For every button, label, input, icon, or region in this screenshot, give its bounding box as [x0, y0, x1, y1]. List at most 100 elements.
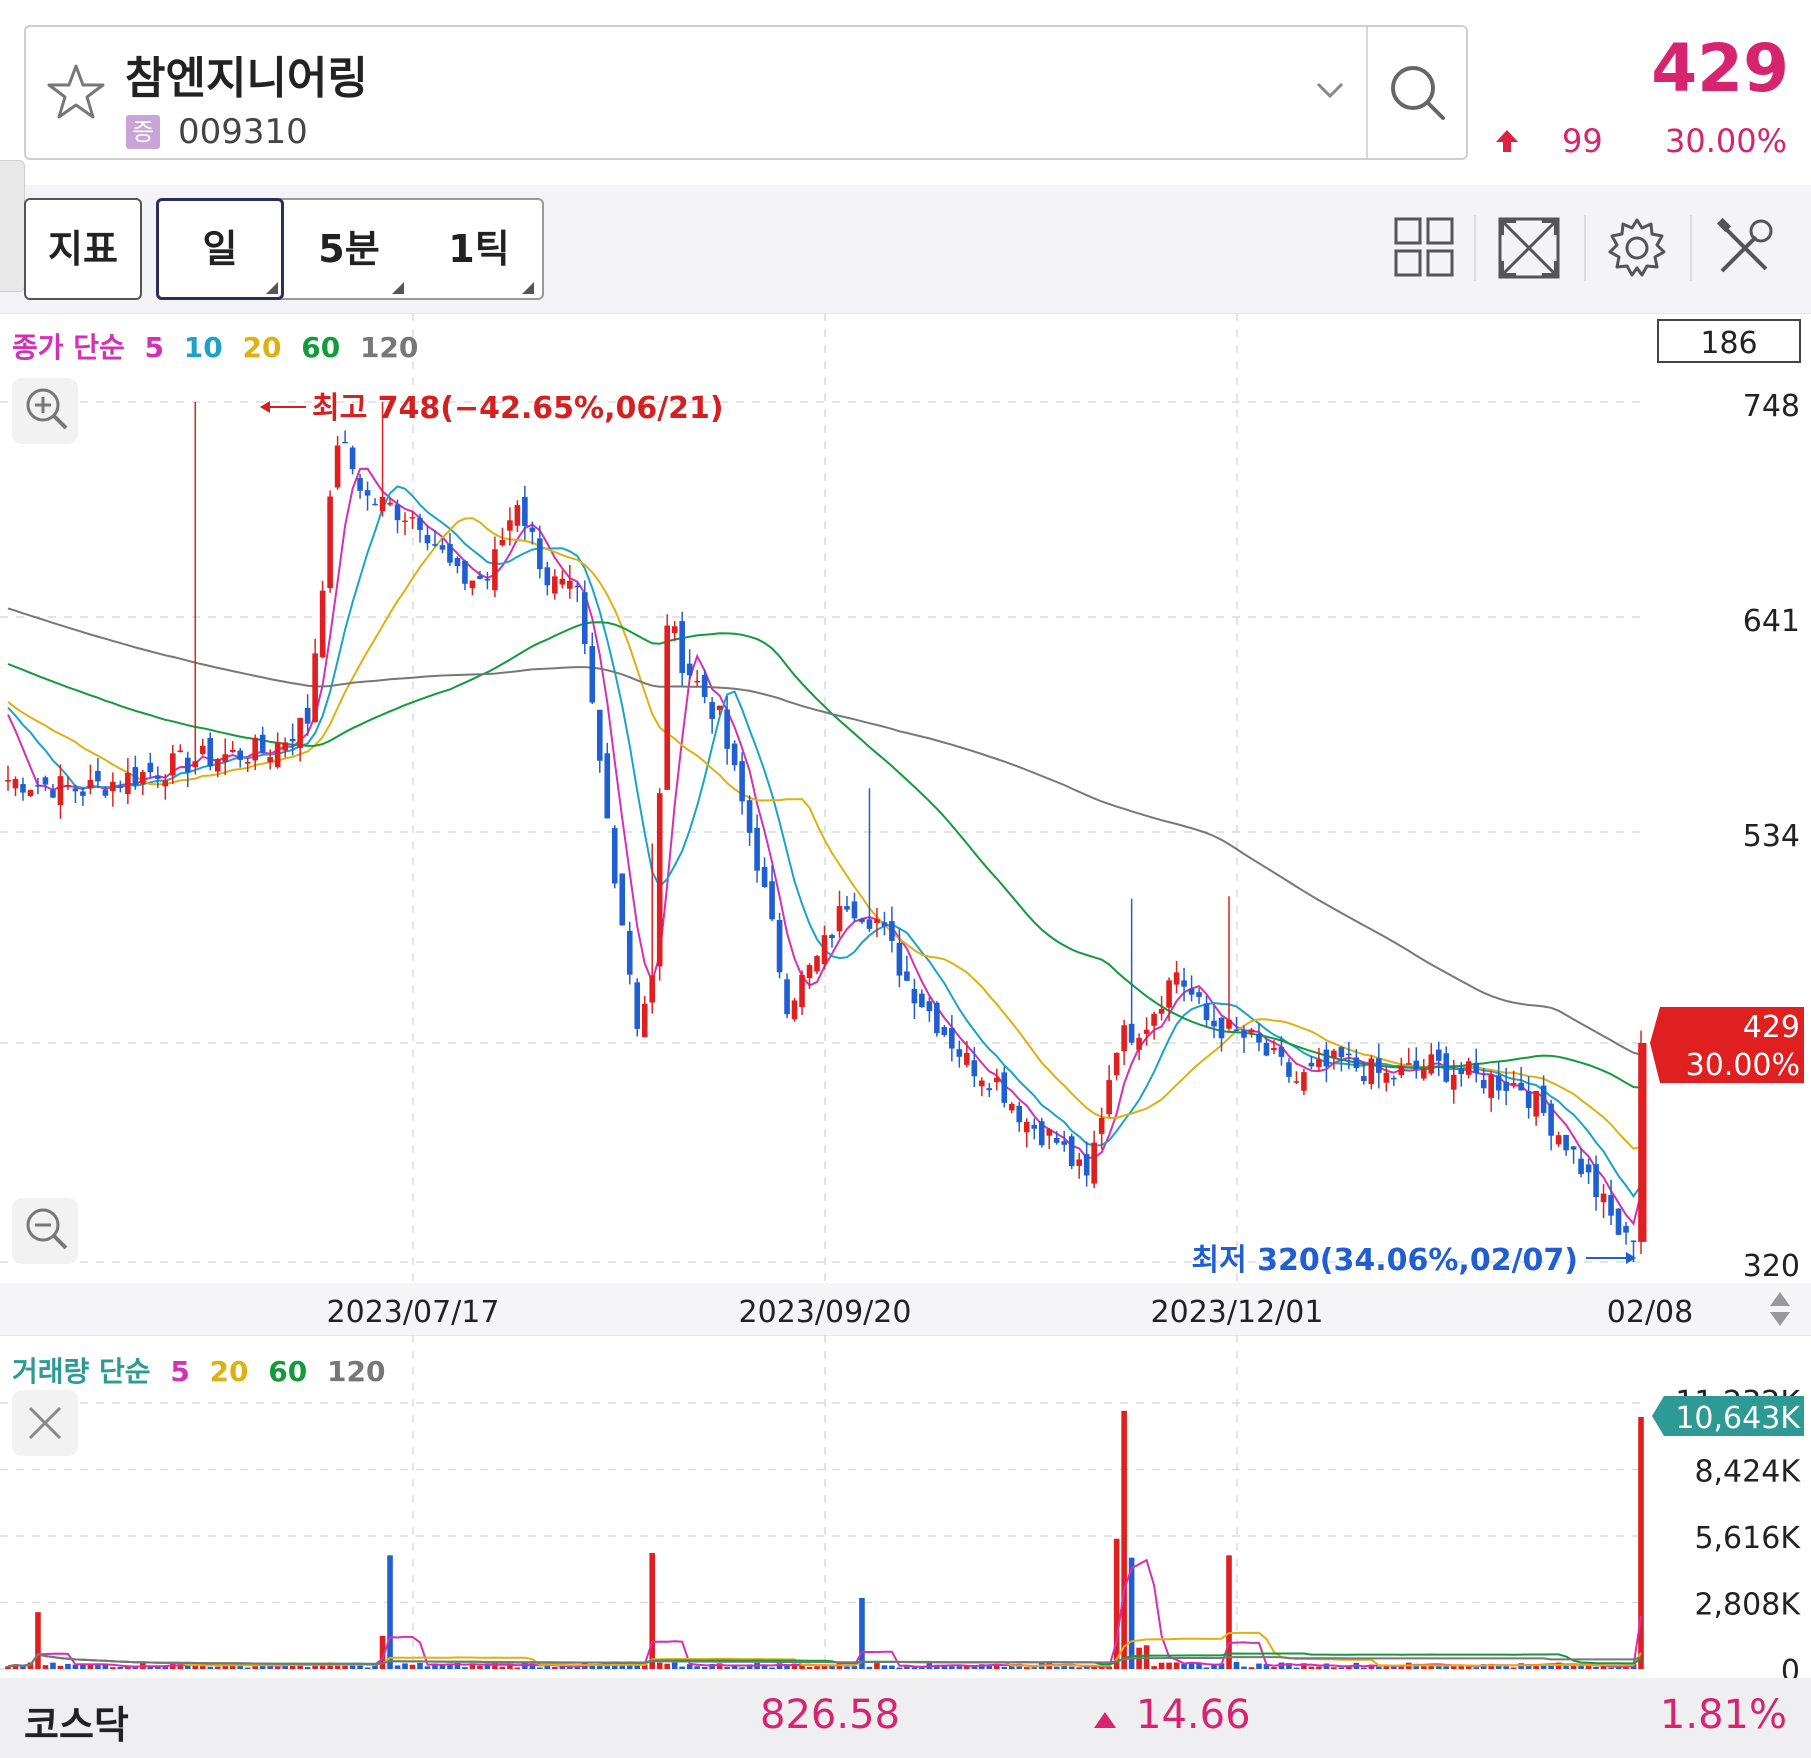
current-price-tag: 429 30.00%: [1650, 1007, 1804, 1083]
volume-bar: [1076, 1667, 1082, 1669]
candle-body: [1398, 1066, 1405, 1076]
price-y-tick-label: 748: [1743, 389, 1800, 424]
candle-body: [1008, 1103, 1015, 1111]
candle-body: [1361, 1076, 1367, 1082]
volume-bar: [896, 1667, 903, 1669]
volume-bar: [1151, 1666, 1157, 1669]
search-icon[interactable]: [1385, 58, 1449, 128]
candle-body: [364, 490, 371, 496]
candle-body: [1181, 980, 1187, 987]
volume-bar: [1248, 1667, 1255, 1669]
candle-body: [679, 621, 685, 674]
candle-body: [1465, 1061, 1472, 1075]
volume-bar: [1271, 1667, 1277, 1669]
candle-body: [1420, 1068, 1427, 1079]
candle-body: [1211, 1020, 1217, 1027]
zoom-out-icon[interactable]: [12, 1198, 78, 1264]
candle-body: [1563, 1134, 1569, 1151]
candle-body: [671, 626, 678, 634]
volume-bar: [214, 1666, 221, 1669]
candle-body: [1353, 1057, 1360, 1069]
volume-bar: [147, 1666, 154, 1669]
candle-body: [1188, 988, 1195, 995]
candle-body: [372, 503, 378, 506]
candle-body: [1473, 1062, 1480, 1073]
chevron-down-icon[interactable]: [1310, 70, 1350, 110]
candle-body: [20, 784, 26, 793]
candle-body: [874, 919, 880, 924]
volume-bar: [304, 1667, 311, 1669]
candle-body: [552, 576, 558, 594]
candle-body: [1293, 1081, 1300, 1083]
candle-body: [1061, 1141, 1068, 1145]
candle-body: [664, 625, 670, 790]
candle-body: [964, 1052, 970, 1065]
volume-bar: [499, 1666, 506, 1669]
volume-bar: [514, 1667, 521, 1669]
volume-bar: [50, 1662, 56, 1669]
volume-bar: [20, 1666, 26, 1669]
side-panel-handle[interactable]: [0, 160, 25, 292]
gear-icon[interactable]: [1604, 215, 1670, 281]
candle-body: [1593, 1164, 1599, 1198]
tools-icon[interactable]: [1712, 215, 1778, 281]
candle-body: [1503, 1081, 1509, 1091]
candle-body: [117, 786, 124, 788]
candle-body: [207, 738, 214, 767]
candle-body: [102, 789, 109, 796]
volume-y-tick-label: 0: [1781, 1654, 1800, 1678]
candle-body: [319, 590, 326, 658]
candle-body: [821, 935, 828, 965]
candle-body: [297, 717, 303, 748]
volume-bar: [889, 1665, 895, 1669]
layout-grid-icon[interactable]: [1392, 215, 1458, 281]
zoom-in-icon[interactable]: [12, 378, 78, 444]
candle-body: [42, 777, 49, 785]
candle-body: [656, 793, 663, 967]
volume-bar: [904, 1666, 910, 1669]
candle-body: [1068, 1136, 1075, 1167]
candle-body: [979, 1080, 985, 1087]
index-name: 코스닥: [24, 1703, 129, 1747]
candle-body: [1428, 1054, 1435, 1074]
candle-body: [1316, 1059, 1322, 1067]
candle-body: [776, 919, 783, 973]
candle-body: [1173, 972, 1180, 985]
volume-bar: [649, 1552, 656, 1669]
date-tick-label: 02/08: [1607, 1295, 1693, 1330]
period-day-button[interactable]: 일: [156, 198, 284, 300]
candle-body: [971, 1060, 978, 1077]
candle-body: [1443, 1053, 1450, 1082]
volume-y-axis: 8,424K 5,616K 2,808K 0: [1694, 1455, 1801, 1679]
candle-body: [1248, 1029, 1255, 1033]
volume-bar: [1510, 1667, 1517, 1669]
candle-body: [993, 1077, 1000, 1083]
candle-body: [169, 753, 176, 776]
candle-body: [1031, 1124, 1038, 1129]
volume-y-tick-label: 8,424K: [1694, 1455, 1801, 1490]
volume-bar: [701, 1667, 708, 1669]
candle-body: [1450, 1074, 1457, 1090]
chart-area[interactable]: 종가 단순 5 10 20 60 120 186 748 641 534 429 320…: [0, 313, 1811, 1678]
candle-body: [289, 738, 296, 742]
candle-body: [1278, 1047, 1285, 1057]
volume-bar: [949, 1666, 955, 1669]
candle-body: [1608, 1195, 1614, 1216]
indicator-button[interactable]: 지표: [24, 198, 142, 300]
low-annotation-text: 최저 320(34.06%,02/07): [1192, 1243, 1579, 1278]
candle-body: [50, 790, 56, 798]
candle-body: [1383, 1072, 1390, 1083]
candle-body: [889, 921, 895, 941]
close-volume-icon[interactable]: [12, 1390, 78, 1456]
candle-body: [327, 496, 333, 589]
fullscreen-expand-icon[interactable]: [1496, 215, 1562, 281]
volume-bar: [1211, 1665, 1217, 1669]
index-change-percent: 1.81%: [1659, 1692, 1787, 1738]
candle-body: [402, 520, 408, 523]
market-index-footer[interactable]: [0, 1678, 1811, 1758]
up-arrow-icon: [1496, 130, 1518, 152]
index-value: 826.58: [760, 1692, 900, 1738]
candle-body: [462, 560, 468, 584]
favorite-star-icon[interactable]: [44, 60, 108, 124]
candle-body: [1488, 1074, 1494, 1098]
